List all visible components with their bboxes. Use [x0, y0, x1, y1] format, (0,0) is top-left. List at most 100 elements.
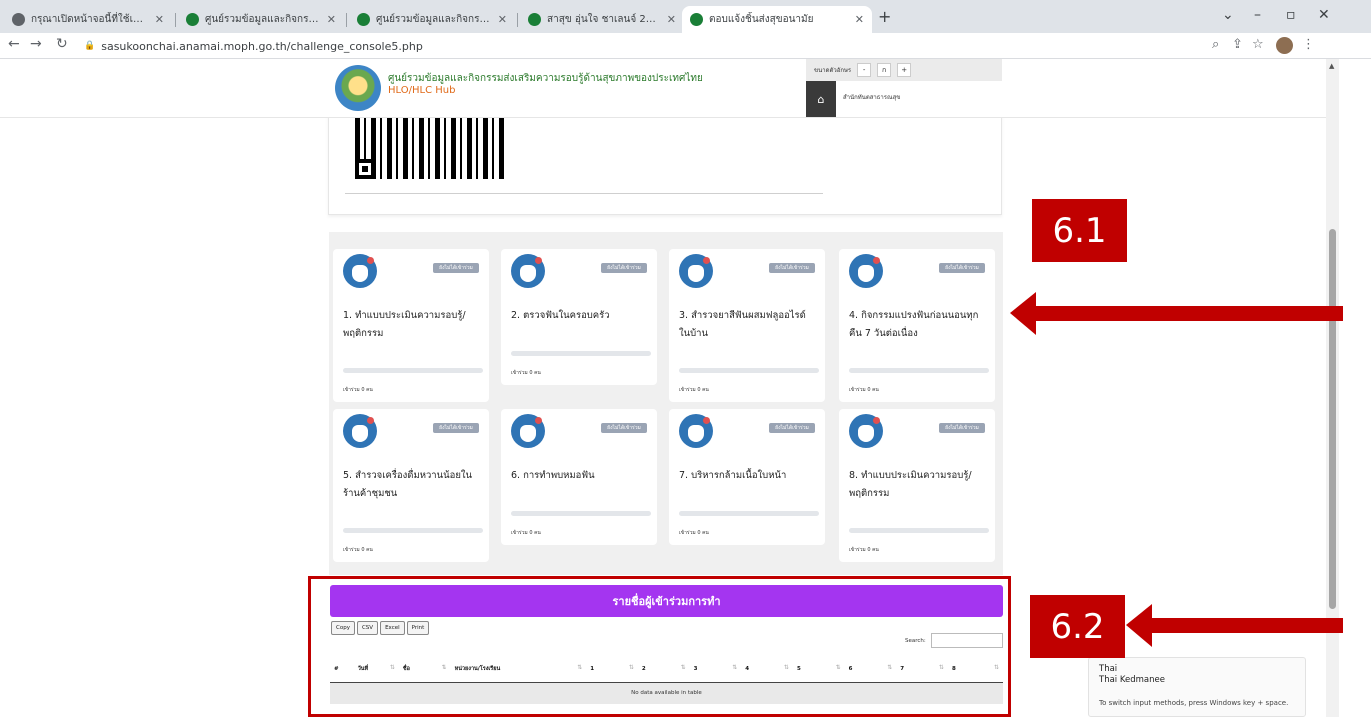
tab-separator — [517, 13, 518, 27]
browser-tab-2[interactable]: ศูนย์รวมข้อมูลและกิจกรรมส่งเสริมความ ✕ — [178, 6, 344, 33]
close-icon[interactable]: ✕ — [667, 13, 676, 26]
qr-card — [328, 110, 1002, 215]
progress-bar — [343, 368, 483, 373]
site-subtitle[interactable]: HLO/HLC Hub — [388, 85, 455, 96]
font-size-label: ขนาดตัวอักษร — [814, 67, 852, 74]
challenge-title[interactable]: 2. ตรวจฟันในครอบครัว — [511, 307, 651, 325]
nav-item-department[interactable]: สำนักทันตสาธารณสุข — [843, 92, 900, 102]
challenge-title[interactable]: 3. สำรวจยาสีฟันผสมฟลูออไรด์ ในบ้าน — [679, 307, 819, 343]
challenge-title[interactable]: 7. บริหารกล้ามเนื้อใบหน้า — [679, 467, 819, 485]
ime-hint: To switch input methods, press Windows k… — [1099, 699, 1289, 707]
zoom-icon[interactable]: ⌕ — [1212, 37, 1219, 52]
browser-tab-bar: กรุณาเปิดหน้าจอนี้ที่ใช้เพื่อใช้งาน Int … — [0, 0, 1371, 33]
challenge-title[interactable]: 6. การทำพบหมอฟัน — [511, 467, 651, 485]
status-badge: ยังไม่ได้เข้าร่วม — [433, 423, 479, 433]
restore-icon[interactable]: ▫ — [1286, 7, 1296, 23]
site-title[interactable]: ศูนย์รวมข้อมูลและกิจกรรมส่งเสริมความรอบร… — [388, 71, 703, 86]
tooth-mascot-icon — [679, 254, 713, 288]
annotation-arrow-icon — [1126, 604, 1343, 647]
progress-bar — [511, 511, 651, 516]
scroll-up-arrow-icon[interactable]: ▲ — [1329, 62, 1334, 70]
challenge-title[interactable]: 8. ทำแบบประเมินความรอบรู้/ พฤติกรรม — [849, 467, 989, 503]
joined-count: เข้าร่วม 0 คน — [679, 387, 709, 393]
joined-count: เข้าร่วม 0 คน — [511, 370, 541, 376]
close-icon[interactable]: ✕ — [498, 13, 507, 26]
font-decrease-button[interactable]: - — [857, 63, 872, 77]
site-favicon-icon — [357, 13, 370, 26]
status-badge: ยังไม่ได้เข้าร่วม — [433, 263, 479, 273]
site-favicon-icon — [690, 13, 703, 26]
challenge-card[interactable]: ยังไม่ได้เข้าร่วม 3. สำรวจยาสีฟันผสมฟลูอ… — [669, 249, 825, 402]
tab-label: ศูนย์รวมข้อมูลและกิจกรรมส่งเสริมความ — [205, 14, 321, 25]
challenge-card[interactable]: ยังไม่ได้เข้าร่วม 2. ตรวจฟันในครอบครัว เ… — [501, 249, 657, 385]
site-favicon-icon — [186, 13, 199, 26]
menu-kebab-icon[interactable]: ⋮ — [1302, 37, 1315, 52]
challenge-card[interactable]: ยังไม่ได้เข้าร่วม 8. ทำแบบประเมินความรอบ… — [839, 409, 995, 562]
annotation-label-6-1: 6.1 — [1032, 199, 1127, 262]
progress-bar — [849, 368, 989, 373]
tab-separator — [175, 13, 176, 27]
ime-language: Thai — [1099, 664, 1118, 674]
close-icon[interactable]: ✕ — [327, 13, 336, 26]
address-bar[interactable]: 🔒 sasukoonchai.anamai.moph.go.th/challen… — [84, 35, 1204, 57]
status-badge: ยังไม่ได้เข้าร่วม — [769, 423, 815, 433]
tooth-mascot-icon — [343, 254, 377, 288]
url-text: sasukoonchai.anamai.moph.go.th/challenge… — [101, 39, 423, 53]
browser-tab-3[interactable]: ศูนย์รวมข้อมูลและกิจกรรมส่งเสริมความ ✕ — [349, 6, 515, 33]
challenge-card[interactable]: ยังไม่ได้เข้าร่วม 7. บริหารกล้ามเนื้อใบห… — [669, 409, 825, 545]
tooth-mascot-icon — [679, 414, 713, 448]
joined-count: เข้าร่วม 0 คน — [511, 530, 541, 536]
status-badge: ยังไม่ได้เข้าร่วม — [939, 263, 985, 273]
challenge-card[interactable]: ยังไม่ได้เข้าร่วม 6. การทำพบหมอฟัน เข้าร… — [501, 409, 657, 545]
annotation-frame — [308, 576, 1011, 717]
bookmark-star-icon[interactable]: ☆ — [1252, 37, 1264, 52]
browser-tab-4[interactable]: สาสุข อุ่นใจ ชาเลนจ์ 2024 ✕ — [520, 6, 684, 33]
status-badge: ยังไม่ได้เข้าร่วม — [601, 423, 647, 433]
font-increase-button[interactable]: + — [897, 63, 912, 77]
close-icon[interactable]: ✕ — [155, 13, 164, 26]
forward-arrow-icon[interactable]: → — [30, 36, 42, 52]
browser-tab-active[interactable]: ตอบแจ้งชิ้นส่งสุขอนามัย ✕ — [682, 6, 872, 33]
tab-label: ตอบแจ้งชิ้นส่งสุขอนามัย — [709, 14, 814, 25]
department-logo[interactable] — [335, 65, 381, 111]
tab-search-icon[interactable]: ⌄ — [1222, 7, 1234, 23]
challenge-title[interactable]: 1. ทำแบบประเมินความรอบรู้/ พฤติกรรม — [343, 307, 483, 343]
annotation-label-6-2: 6.2 — [1030, 595, 1125, 658]
tooth-mascot-icon — [849, 414, 883, 448]
input-method-tooltip: Thai Thai Kedmanee To switch input metho… — [1088, 657, 1306, 717]
new-tab-button[interactable]: + — [878, 7, 891, 26]
challenge-grid: ยังไม่ได้เข้าร่วม 1. ทำแบบประเมินความรอบ… — [329, 232, 1003, 575]
tooth-mascot-icon — [849, 254, 883, 288]
challenge-card[interactable]: ยังไม่ได้เข้าร่วม 5. สำรวจเครื่องดื่มหวา… — [333, 409, 489, 562]
minimize-icon[interactable]: – — [1254, 7, 1261, 23]
back-arrow-icon[interactable]: ← — [8, 36, 20, 52]
challenge-title[interactable]: 5. สำรวจเครื่องดื่มหวานน้อยใน ร้านค้าชุม… — [343, 467, 483, 503]
progress-bar — [511, 351, 651, 356]
joined-count: เข้าร่วม 0 คน — [849, 547, 879, 553]
lock-icon: 🔒 — [84, 41, 96, 51]
challenge-card[interactable]: ยังไม่ได้เข้าร่วม 4. กิจกรรมแปรงฟันก่อนน… — [839, 249, 995, 402]
qr-code-image — [355, 113, 505, 179]
tab-label: ศูนย์รวมข้อมูลและกิจกรรมส่งเสริมความ — [376, 14, 492, 25]
joined-count: เข้าร่วม 0 คน — [343, 387, 373, 393]
profile-avatar[interactable] — [1276, 37, 1293, 54]
screenshot-root: กรุณาเปิดหน้าจอนี้ที่ใช้เพื่อใช้งาน Int … — [0, 0, 1371, 717]
browser-tab-1[interactable]: กรุณาเปิดหน้าจอนี้ที่ใช้เพื่อใช้งาน Int … — [4, 6, 172, 33]
browser-toolbar: ← → ↻ 🔒 sasukoonchai.anamai.moph.go.th/c… — [0, 33, 1371, 59]
progress-bar — [343, 528, 483, 533]
share-icon[interactable]: ⇪ — [1232, 37, 1243, 52]
challenge-card[interactable]: ยังไม่ได้เข้าร่วม 1. ทำแบบประเมินความรอบ… — [333, 249, 489, 402]
home-icon[interactable]: ⌂ — [806, 81, 836, 117]
font-reset-button[interactable]: ก — [877, 63, 892, 77]
tooth-mascot-icon — [511, 414, 545, 448]
progress-bar — [679, 368, 819, 373]
joined-count: เข้าร่วม 0 คน — [343, 547, 373, 553]
close-icon[interactable]: ✕ — [855, 13, 864, 26]
scrollbar-thumb[interactable] — [1329, 229, 1336, 609]
challenge-title[interactable]: 4. กิจกรรมแปรงฟันก่อนนอนทุก คืน 7 วันต่อ… — [849, 307, 989, 343]
divider — [345, 193, 823, 194]
site-favicon-icon — [528, 13, 541, 26]
window-close-icon[interactable]: ✕ — [1318, 7, 1330, 23]
ime-layout: Thai Kedmanee — [1099, 675, 1165, 685]
reload-icon[interactable]: ↻ — [56, 36, 68, 52]
